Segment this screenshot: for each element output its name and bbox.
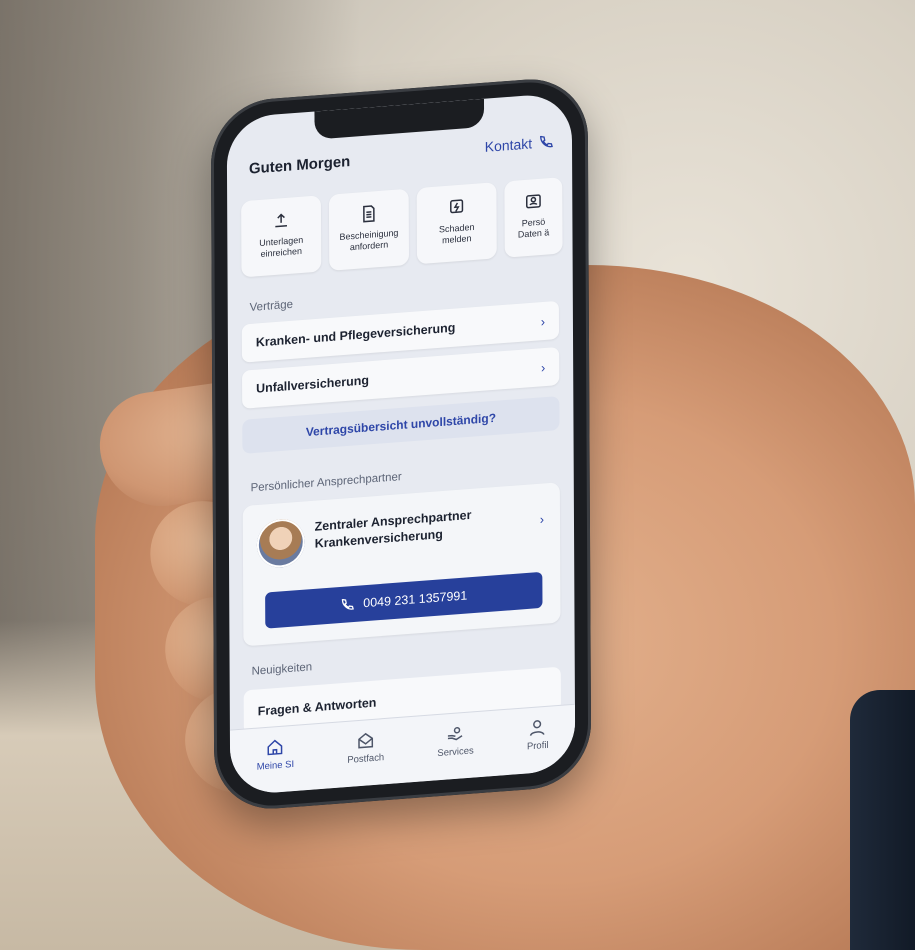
section-title-contact-person: Persönlicher Ansprechpartner — [250, 471, 402, 495]
phone: Guten Morgen Kontakt Unterlagen einreich… — [210, 74, 592, 814]
quick-action-label: Unterlagen einreichen — [259, 234, 304, 260]
mail-icon — [358, 732, 374, 749]
tab-services[interactable]: Services — [437, 722, 474, 759]
upload-icon — [275, 213, 287, 228]
call-button[interactable]: 0049 231 1357991 — [265, 571, 543, 629]
chevron-right-icon[interactable]: › — [540, 511, 544, 526]
damage-report-icon — [450, 199, 464, 214]
tab-profil[interactable]: Profil — [526, 717, 549, 753]
quick-action-certificate[interactable]: Bescheinigung anfordern — [328, 188, 410, 271]
quick-actions: Unterlagen einreichen Bescheinigung anfo… — [241, 174, 575, 279]
call-button-number: 0049 231 1357991 — [363, 588, 468, 611]
home-icon — [267, 739, 283, 756]
notch — [314, 98, 485, 140]
contract-item-label: Kranken- und Pflegeversicherung — [255, 320, 456, 350]
greeting: Guten Morgen — [248, 152, 351, 178]
chevron-right-icon: › — [540, 359, 546, 375]
contact-link[interactable]: Kontakt — [485, 134, 554, 155]
tab-meine-si[interactable]: Meine SI — [256, 736, 295, 773]
app-header: Guten Morgen Kontakt — [249, 134, 554, 187]
sleeve — [850, 690, 915, 950]
quick-action-label: Bescheinigung anfordern — [339, 227, 399, 253]
personal-data-icon — [525, 194, 541, 209]
contract-item-label: Unfallversicherung — [256, 373, 370, 396]
section-title-news: Neuigkeiten — [251, 661, 313, 678]
tab-label: Postfach — [347, 752, 385, 766]
profile-icon — [530, 720, 546, 736]
phone-icon — [540, 135, 553, 148]
document-icon — [363, 205, 375, 223]
contact-person-title[interactable]: Zentraler Ansprechpartner Krankenversich… — [315, 504, 505, 552]
tab-label: Services — [437, 745, 474, 760]
chevron-right-icon: › — [540, 313, 546, 329]
tab-label: Meine SI — [256, 758, 295, 773]
contact-label: Kontakt — [484, 135, 533, 155]
phone-icon — [342, 598, 355, 610]
avatar — [256, 517, 305, 570]
services-icon — [447, 726, 463, 741]
tab-postfach[interactable]: Postfach — [347, 729, 384, 766]
quick-action-label: Schaden melden — [438, 221, 475, 246]
quick-action-upload[interactable]: Unterlagen einreichen — [241, 195, 322, 278]
tab-label: Profil — [526, 739, 549, 753]
phone-screen: Guten Morgen Kontakt Unterlagen einreich… — [226, 92, 576, 796]
quick-action-label: Persö Daten ä — [517, 216, 550, 240]
quick-action-personal-data[interactable]: Persö Daten ä — [504, 177, 563, 258]
quick-action-damage[interactable]: Schaden melden — [416, 182, 497, 265]
section-title-contracts: Verträge — [249, 298, 294, 314]
contact-person-card: Zentraler Ansprechpartner Krankenversich… — [242, 482, 561, 647]
